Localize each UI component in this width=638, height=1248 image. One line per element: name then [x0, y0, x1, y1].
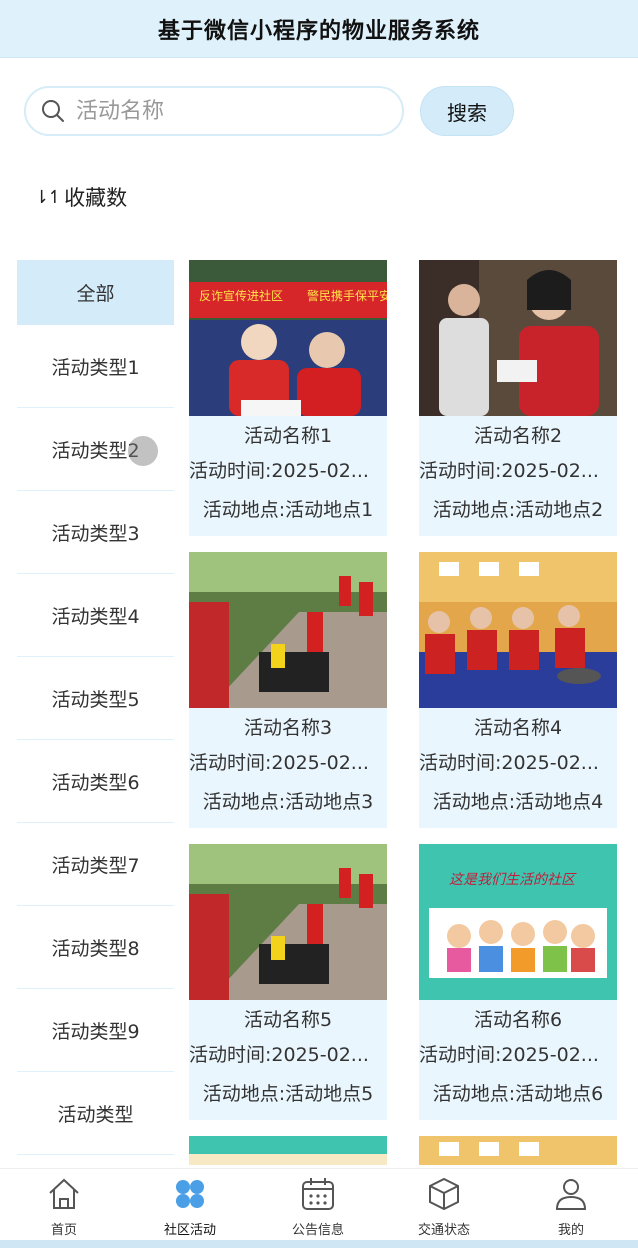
tab-community-activity[interactable]: 社区活动	[126, 1169, 254, 1241]
activity-name: 活动名称5	[243, 1009, 333, 1031]
sidebar-item-type4[interactable]: 活动类型4	[17, 574, 174, 657]
search-icon	[42, 100, 64, 122]
activity-card-partial[interactable]	[419, 1136, 617, 1165]
activity-time: 活动时间:2025-02...	[419, 1044, 599, 1066]
activity-card[interactable]: 活动名称5 活动时间:2025-02... 活动地点:活动地点5	[189, 844, 387, 1120]
sort-icon: ⇂↿	[34, 186, 62, 208]
tab-label: 社区活动	[163, 1223, 216, 1238]
banner-right-text: 警民携手保平安	[307, 288, 387, 303]
activity-photo: 这是我们生活的社区	[419, 844, 617, 1000]
activity-card[interactable]: 活动名称3 活动时间:2025-02... 活动地点:活动地点3	[189, 552, 387, 828]
activity-card[interactable]: 活动名称2 活动时间:2025-02... 活动地点:活动地点2	[419, 260, 617, 536]
activity-place: 活动地点:活动地点6	[432, 1083, 604, 1105]
bottom-tab-bar: 首页 社区活动 公告信息 交通状态 我的	[0, 1168, 638, 1248]
tab-mine[interactable]: 我的	[507, 1169, 635, 1241]
activity-time: 活动时间:2025-02...	[189, 460, 369, 482]
user-icon	[555, 1179, 587, 1210]
tab-traffic-status[interactable]: 交通状态	[380, 1169, 508, 1241]
sidebar-item-type7[interactable]: 活动类型7	[17, 823, 174, 906]
sidebar-item-type5[interactable]: 活动类型5	[17, 657, 174, 740]
activity-name: 活动名称2	[473, 425, 563, 447]
tab-label: 我的	[557, 1223, 584, 1238]
activity-card[interactable]: 这是我们生活的社区 活动名称6 活动时间:2025-02... 活动地点:活动地…	[419, 844, 617, 1120]
activity-time: 活动时间:2025-02...	[189, 752, 369, 774]
activity-time: 活动时间:2025-02...	[189, 1044, 369, 1066]
tab-announcements[interactable]: 公告信息	[254, 1169, 382, 1241]
activity-photo	[189, 844, 387, 1000]
sidebar-item-type10[interactable]: 活动类型	[17, 1072, 174, 1155]
sidebar-item-all[interactable]: 全部	[17, 260, 174, 325]
page-title: 基于微信小程序的物业服务系统	[157, 18, 480, 44]
community-icon	[176, 1180, 204, 1208]
box-icon	[429, 1177, 459, 1211]
activity-name: 活动名称3	[243, 717, 333, 739]
tab-label: 公告信息	[291, 1223, 344, 1238]
activity-photo	[189, 1136, 387, 1165]
sidebar-item-type6[interactable]: 活动类型6	[17, 740, 174, 823]
activity-photo	[189, 552, 387, 708]
activity-place: 活动地点:活动地点1	[202, 499, 374, 521]
touch-indicator	[128, 436, 158, 466]
activity-place: 活动地点:活动地点2	[432, 499, 604, 521]
activity-card[interactable]: 活动名称4 活动时间:2025-02... 活动地点:活动地点4	[419, 552, 617, 828]
tab-home[interactable]: 首页	[0, 1169, 128, 1241]
banner-left-text: 反诈宣传进社区	[199, 288, 283, 303]
activity-name: 活动名称6	[473, 1009, 563, 1031]
tab-label: 首页	[50, 1223, 77, 1238]
search-row: 搜索	[0, 84, 638, 136]
poster-text: 这是我们生活的社区	[449, 872, 577, 888]
search-box[interactable]	[24, 86, 404, 136]
activity-card-partial[interactable]	[189, 1136, 387, 1165]
activity-photo	[419, 1136, 617, 1165]
activity-card[interactable]: 反诈宣传进社区 警民携手保平安 活动名称1 活动时间:2025-02... 活动…	[189, 260, 387, 536]
activity-place: 活动地点:活动地点4	[432, 791, 604, 813]
home-icon	[49, 1178, 79, 1209]
bottom-edge-bar	[0, 1240, 638, 1248]
activity-place: 活动地点:活动地点5	[202, 1083, 374, 1105]
sidebar-item-type8[interactable]: 活动类型8	[17, 906, 174, 989]
activity-photo: 反诈宣传进社区 警民携手保平安	[189, 260, 387, 416]
sidebar-item-type9[interactable]: 活动类型9	[17, 989, 174, 1072]
sidebar-item-type1[interactable]: 活动类型1	[17, 325, 174, 408]
search-input[interactable]	[76, 98, 376, 124]
activity-photo	[419, 552, 617, 708]
tab-label: 交通状态	[417, 1223, 470, 1238]
activity-grid: 反诈宣传进社区 警民携手保平安 活动名称1 活动时间:2025-02... 活动…	[189, 260, 619, 1165]
sidebar-item-type3[interactable]: 活动类型3	[17, 491, 174, 574]
activity-time: 活动时间:2025-02...	[419, 460, 599, 482]
activity-name: 活动名称4	[473, 717, 563, 739]
activity-place: 活动地点:活动地点3	[202, 791, 374, 813]
category-sidebar: 全部 活动类型1 活动类型2 活动类型3 活动类型4 活动类型5 活动类型6 活…	[17, 260, 174, 1165]
calendar-icon	[302, 1178, 334, 1210]
app-header: 基于微信小程序的物业服务系统	[0, 0, 638, 58]
activity-photo	[419, 260, 617, 416]
search-button[interactable]: 搜索	[420, 86, 514, 136]
activity-time: 活动时间:2025-02...	[419, 752, 599, 774]
sort-label: 收藏数	[64, 186, 128, 210]
activity-name: 活动名称1	[243, 425, 333, 447]
sort-by-favorites[interactable]: ⇂↿ 收藏数	[34, 182, 127, 212]
